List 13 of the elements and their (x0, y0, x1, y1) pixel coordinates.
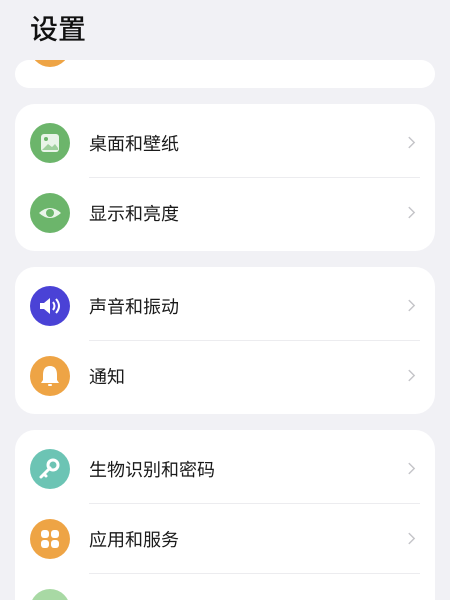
chevron-icon (407, 205, 416, 220)
chevron-icon (407, 368, 416, 383)
page-title: 设置 (30, 8, 88, 48)
menu-item[interactable]: 通知 (89, 362, 407, 388)
menu-item[interactable]: 桌面和壁纸 (89, 130, 407, 156)
chevron-icon (407, 461, 416, 476)
menu-item[interactable]: 声音和振动 (89, 292, 407, 318)
menu-item[interactable]: 应用和服务 (89, 526, 407, 552)
menu-item[interactable]: 显示和亮度 (89, 200, 407, 226)
chevron-icon (407, 531, 416, 546)
chevron-icon (407, 298, 416, 313)
menu-item[interactable]: 生物识别和密码 (89, 456, 407, 482)
chevron-icon (407, 135, 416, 150)
